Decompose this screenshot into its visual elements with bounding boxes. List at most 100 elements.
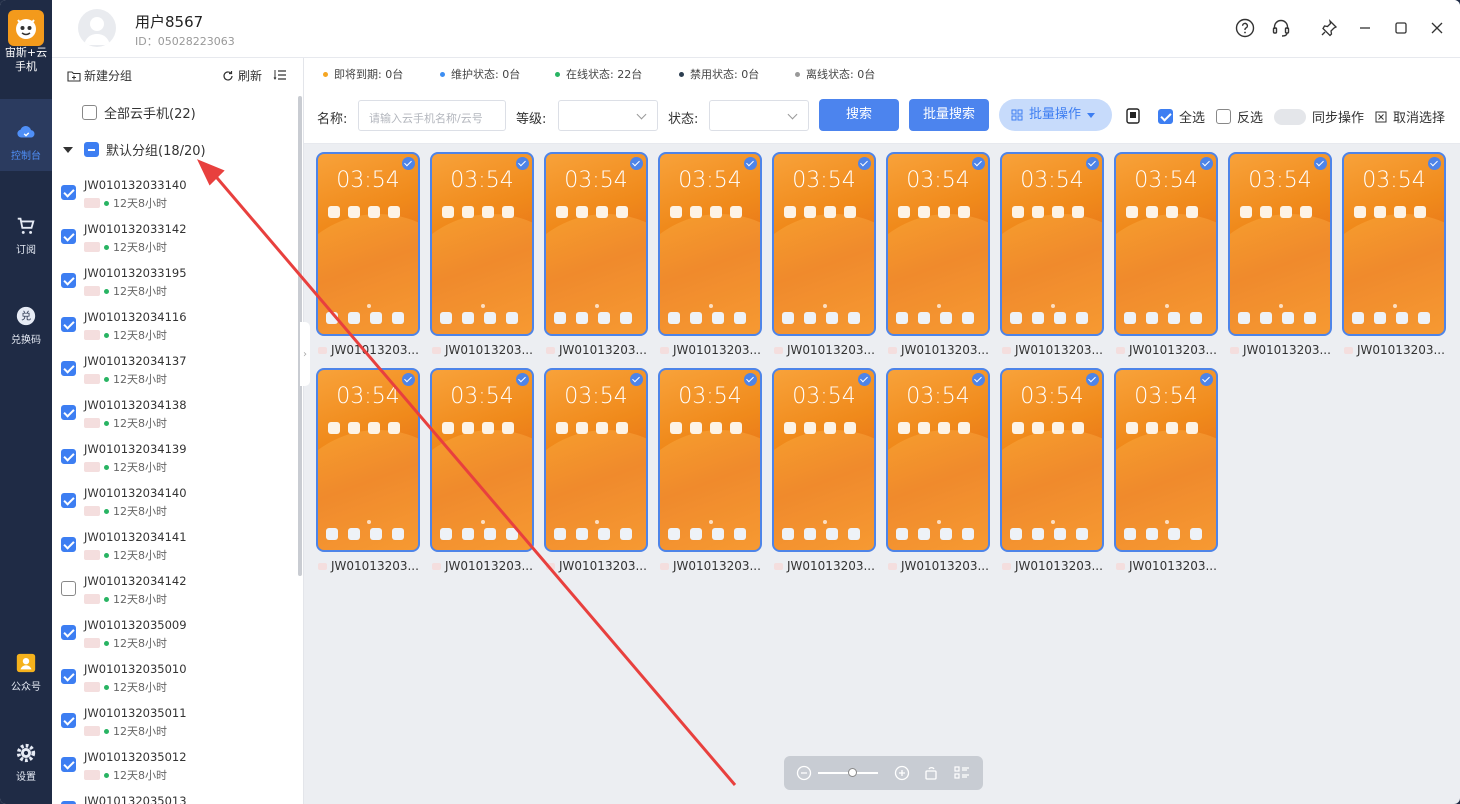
- device-checkbox[interactable]: [61, 405, 76, 420]
- device-row[interactable]: JW010132035010 12天8小时: [52, 661, 297, 705]
- sort-list-icon[interactable]: [273, 68, 287, 82]
- phone-screen[interactable]: 03:54: [772, 368, 876, 552]
- device-row[interactable]: JW010132035012 12天8小时: [52, 749, 297, 793]
- device-checkbox[interactable]: [61, 757, 76, 772]
- phone-label[interactable]: JW01013203...: [1002, 558, 1114, 574]
- rotate-icon[interactable]: [923, 765, 939, 781]
- phone-label[interactable]: JW01013203...: [774, 342, 886, 358]
- phone-label[interactable]: JW01013203...: [774, 558, 886, 574]
- device-row[interactable]: JW010132034141 12天8小时: [52, 529, 297, 573]
- rail-item-subscribe[interactable]: 订阅: [0, 193, 52, 265]
- device-checkbox[interactable]: [61, 229, 76, 244]
- phone-screen[interactable]: 03:54: [544, 368, 648, 552]
- cancel-selection-button[interactable]: 取消选择: [1375, 107, 1445, 126]
- device-checkbox[interactable]: [61, 361, 76, 376]
- device-row[interactable]: JW010132033142 12天8小时: [52, 221, 297, 265]
- device-checkbox[interactable]: [61, 493, 76, 508]
- device-row[interactable]: JW010132034116 12天8小时: [52, 309, 297, 353]
- phone-label[interactable]: JW01013203...: [318, 558, 430, 574]
- device-row[interactable]: JW010132033140 12天8小时: [52, 177, 297, 221]
- invert-select-checkbox[interactable]: [1216, 109, 1231, 124]
- phone-screen[interactable]: 03:54: [430, 368, 534, 552]
- name-search-input[interactable]: 请输入云手机名称/云号: [358, 100, 506, 131]
- invert-select-toggle[interactable]: 反选: [1216, 107, 1263, 126]
- device-checkbox[interactable]: [61, 625, 76, 640]
- zoom-slider-handle[interactable]: [848, 768, 857, 777]
- phone-label[interactable]: JW01013203...: [1230, 342, 1342, 358]
- device-row[interactable]: JW010132034142 12天8小时: [52, 573, 297, 617]
- phone-label[interactable]: JW01013203...: [1116, 558, 1228, 574]
- device-checkbox[interactable]: [61, 581, 76, 596]
- rail-item-settings[interactable]: 设置: [0, 720, 52, 792]
- all-phones-checkbox[interactable]: [82, 105, 97, 120]
- device-row[interactable]: JW010132034139 12天8小时: [52, 441, 297, 485]
- level-select[interactable]: [558, 100, 658, 131]
- phone-screen[interactable]: 03:54: [886, 368, 990, 552]
- device-row[interactable]: JW010132035013: [52, 793, 297, 804]
- minimize-icon[interactable]: [1355, 18, 1375, 38]
- rail-item-console[interactable]: 控制台: [0, 99, 52, 171]
- phone-screen[interactable]: 03:54: [430, 152, 534, 336]
- phone-screen[interactable]: 03:54: [1228, 152, 1332, 336]
- batch-search-button[interactable]: 批量搜索: [909, 99, 989, 131]
- phone-screen[interactable]: 03:54: [316, 152, 420, 336]
- sync-switch[interactable]: [1274, 108, 1306, 125]
- rail-item-redeem[interactable]: 兑 兑换码: [0, 283, 52, 355]
- caret-down-icon[interactable]: [63, 146, 73, 153]
- phone-screen[interactable]: 03:54: [1000, 368, 1104, 552]
- device-checkbox[interactable]: [61, 273, 76, 288]
- phone-label[interactable]: JW01013203...: [546, 558, 658, 574]
- refresh-button[interactable]: 刷新: [222, 67, 262, 84]
- support-headset-icon[interactable]: [1271, 18, 1291, 38]
- device-checkbox[interactable]: [61, 317, 76, 332]
- phone-label[interactable]: JW01013203...: [432, 342, 544, 358]
- sync-operation-toggle[interactable]: 同步操作: [1274, 107, 1364, 126]
- maximize-icon[interactable]: [1391, 18, 1411, 38]
- device-row[interactable]: JW010132035011 12天8小时: [52, 705, 297, 749]
- device-checkbox[interactable]: [61, 537, 76, 552]
- phone-screen[interactable]: 03:54: [772, 152, 876, 336]
- phone-label[interactable]: JW01013203...: [318, 342, 430, 358]
- phone-label[interactable]: JW01013203...: [1002, 342, 1114, 358]
- default-group-row[interactable]: 默认分组(18/20): [63, 140, 206, 159]
- avatar[interactable]: [78, 9, 116, 47]
- help-icon[interactable]: [1235, 18, 1255, 38]
- phone-label[interactable]: JW01013203...: [432, 558, 544, 574]
- device-row[interactable]: JW010132033195 12天8小时: [52, 265, 297, 309]
- select-all-checkbox[interactable]: [1158, 109, 1173, 124]
- default-group-checkbox[interactable]: [84, 142, 99, 157]
- select-all-toggle[interactable]: 全选: [1158, 107, 1205, 126]
- list-view-icon[interactable]: [954, 765, 970, 781]
- phone-screen[interactable]: 03:54: [544, 152, 648, 336]
- device-row[interactable]: JW010132035009 12天8小时: [52, 617, 297, 661]
- close-icon[interactable]: [1427, 18, 1447, 38]
- rail-item-official[interactable]: 公众号: [0, 630, 52, 702]
- phone-label[interactable]: JW01013203...: [660, 558, 772, 574]
- zoom-in-icon[interactable]: [894, 765, 910, 781]
- device-row[interactable]: JW010132034137 12天8小时: [52, 353, 297, 397]
- phone-screen[interactable]: 03:54: [658, 152, 762, 336]
- phone-screen[interactable]: 03:54: [316, 368, 420, 552]
- phone-screen[interactable]: 03:54: [886, 152, 990, 336]
- phone-screen[interactable]: 03:54: [658, 368, 762, 552]
- device-row[interactable]: JW010132034140 12天8小时: [52, 485, 297, 529]
- phone-screen[interactable]: 03:54: [1114, 368, 1218, 552]
- status-select[interactable]: [709, 100, 809, 131]
- phone-label[interactable]: JW01013203...: [1116, 342, 1228, 358]
- zoom-out-icon[interactable]: [796, 765, 812, 781]
- phone-label[interactable]: JW01013203...: [660, 342, 772, 358]
- phone-label[interactable]: JW01013203...: [546, 342, 658, 358]
- device-checkbox[interactable]: [61, 713, 76, 728]
- device-checkbox[interactable]: [61, 185, 76, 200]
- device-checkbox[interactable]: [61, 669, 76, 684]
- device-row[interactable]: JW010132034138 12天8小时: [52, 397, 297, 441]
- batch-operation-button[interactable]: 批量操作: [999, 99, 1112, 131]
- phone-label[interactable]: JW01013203...: [888, 342, 1000, 358]
- new-group-button[interactable]: 新建分组: [67, 67, 132, 84]
- all-phones-row[interactable]: 全部云手机(22): [82, 103, 196, 122]
- phone-label[interactable]: JW01013203...: [1344, 342, 1456, 358]
- search-button[interactable]: 搜索: [819, 99, 899, 131]
- phone-screen[interactable]: 03:54: [1342, 152, 1446, 336]
- phone-label[interactable]: JW01013203...: [888, 558, 1000, 574]
- pin-icon[interactable]: [1319, 18, 1339, 38]
